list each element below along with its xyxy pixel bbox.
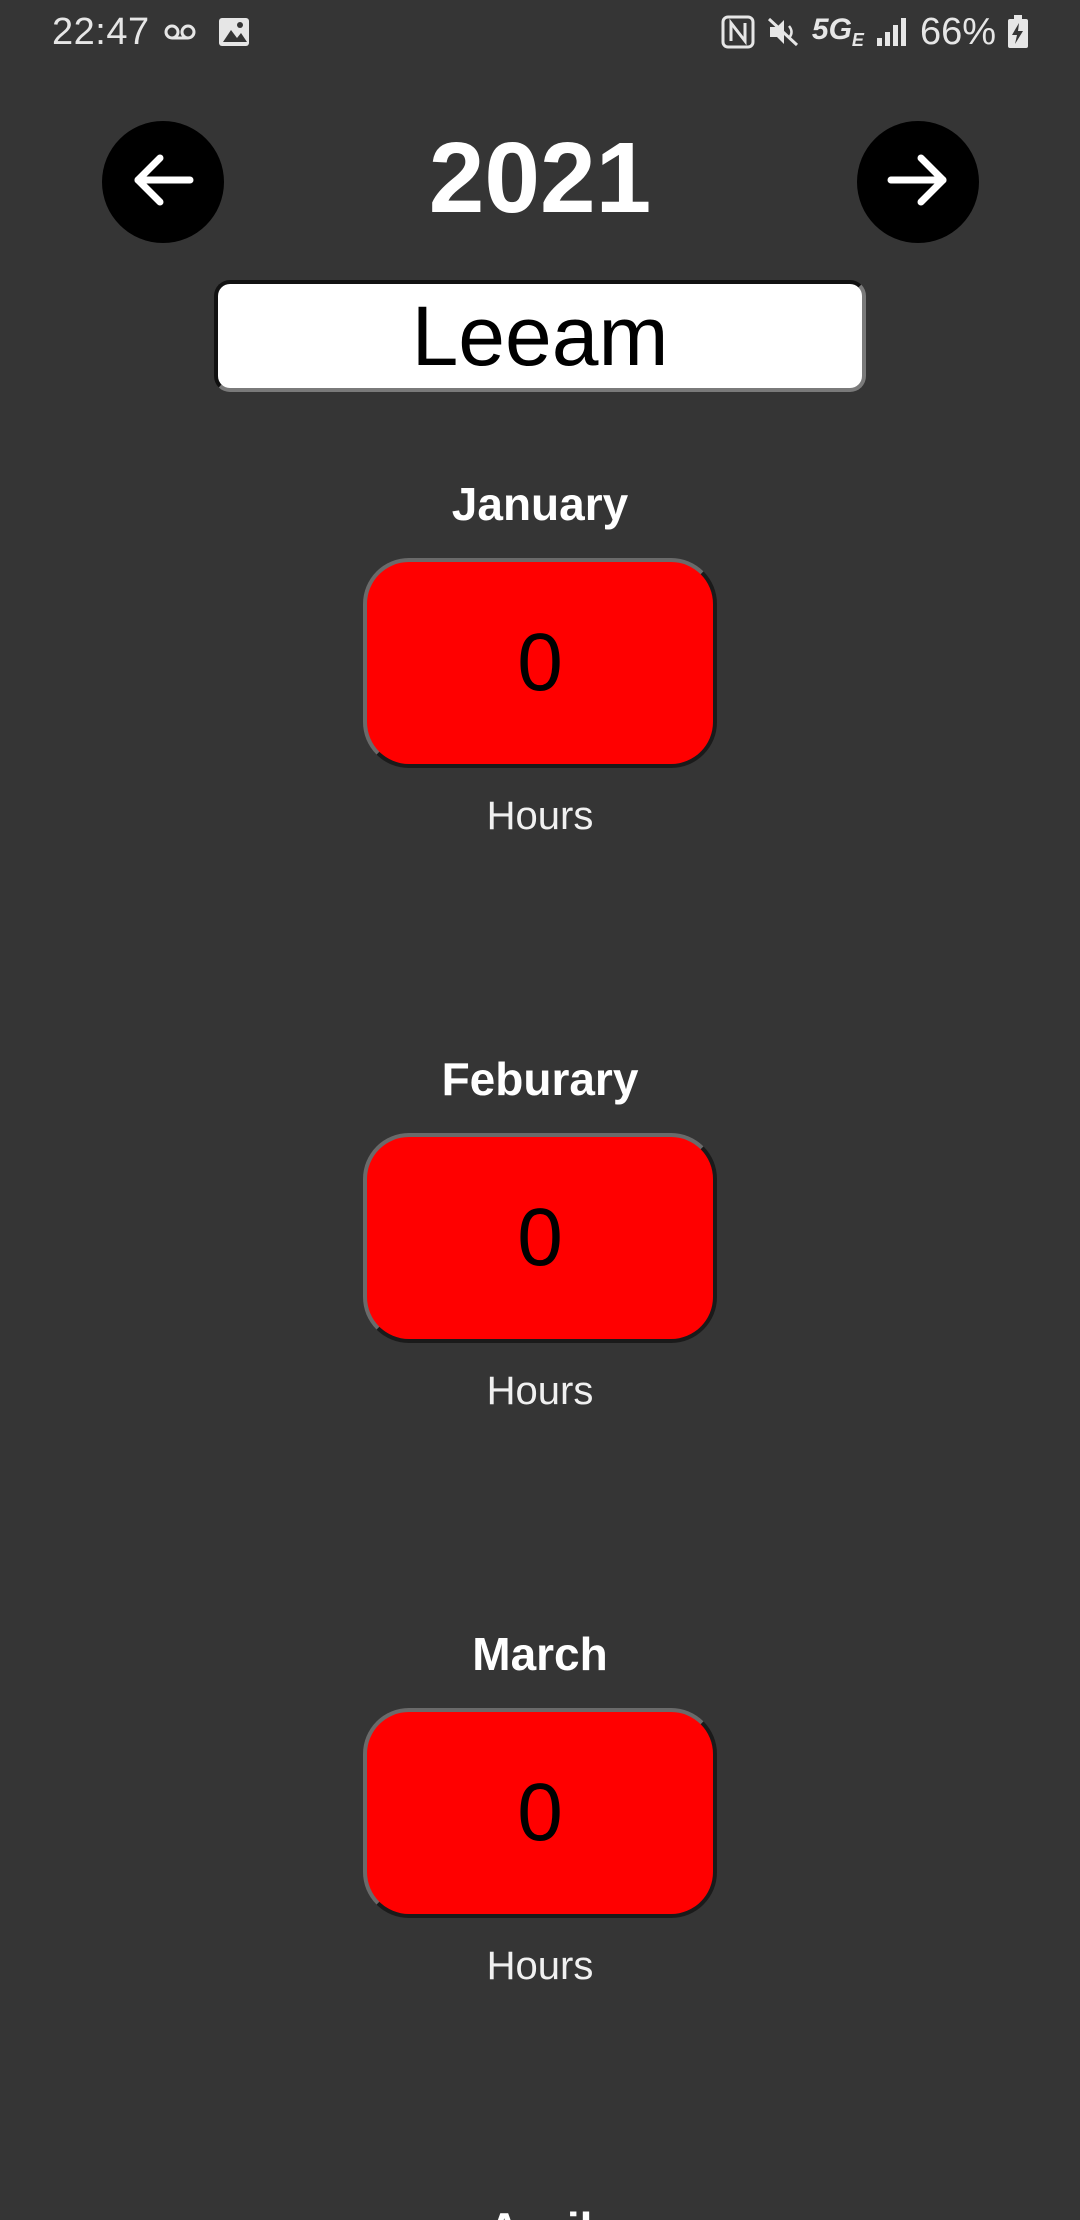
name-input[interactable]: [214, 280, 866, 392]
network-type: 5GE: [811, 13, 864, 50]
hours-button[interactable]: 0: [363, 558, 717, 768]
hours-value: 0: [517, 1192, 563, 1283]
voicemail-icon: [162, 14, 198, 50]
month-title: Feburary: [441, 1053, 639, 1105]
status-bar: 22:47 5GE 66%: [0, 0, 1080, 64]
hours-button[interactable]: 0: [363, 1133, 717, 1343]
month-section-january: January 0 Hours: [0, 476, 1080, 896]
arrow-right-icon: [883, 145, 953, 220]
month-section-february: Feburary 0 Hours: [0, 1051, 1080, 1471]
battery-percentage: 66%: [919, 11, 996, 53]
status-time: 22:47: [52, 11, 150, 53]
month-title: January: [451, 478, 629, 530]
hours-label: Hours: [486, 1944, 594, 1988]
month-title: March: [472, 1628, 608, 1680]
status-left-icons: [162, 14, 252, 50]
hours-value: 0: [517, 617, 563, 708]
mute-icon: [766, 14, 802, 50]
month-section-april: April: [0, 2201, 1080, 2220]
hours-label: Hours: [486, 1369, 594, 1413]
status-right-icons: 5GE 66%: [720, 10, 1030, 54]
hours-button[interactable]: 0: [363, 1708, 717, 1918]
next-year-button[interactable]: [857, 121, 979, 243]
hours-label: Hours: [486, 794, 594, 838]
month-title: April: [0, 2201, 1080, 2220]
hours-value: 0: [517, 1767, 563, 1858]
month-section-march: March 0 Hours: [0, 1626, 1080, 2046]
image-icon: [216, 14, 252, 50]
battery-charging-icon: [1006, 14, 1030, 50]
nfc-icon: [720, 14, 756, 50]
signal-icon: [874, 14, 910, 50]
